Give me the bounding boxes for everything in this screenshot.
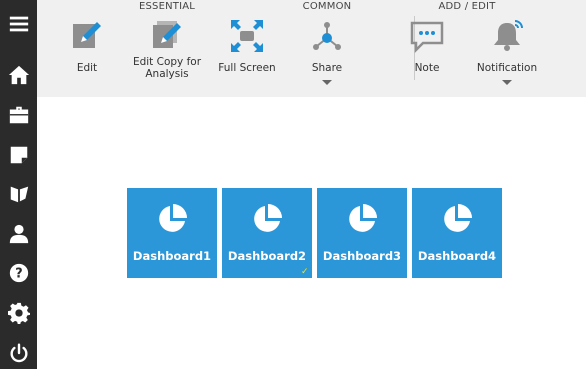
edit-copy-for-analysis-button[interactable]: Edit Copy for Analysis [132, 14, 202, 94]
folder-icon [10, 186, 28, 203]
share-icon [313, 22, 341, 50]
edit-copy-label: Edit Copy for Analysis [132, 56, 202, 80]
group-label-add-edit: ADD / EDIT [438, 1, 496, 12]
dashboard-title: Dashboard2 [227, 249, 307, 263]
home-icon [8, 65, 29, 85]
folder-button[interactable] [0, 175, 37, 213]
user-icon [9, 224, 28, 244]
svg-text:?: ? [15, 267, 22, 282]
power-icon [9, 343, 28, 363]
home-button[interactable] [0, 56, 37, 94]
note-button[interactable]: Note [402, 14, 452, 94]
group-label-essential: ESSENTIAL [138, 1, 196, 12]
full-screen-icon [231, 20, 263, 52]
check-icon: ✓ [301, 267, 309, 277]
edit-label: Edit [76, 62, 98, 74]
logout-button[interactable] [0, 334, 37, 369]
share-label: Share [311, 62, 343, 74]
open-button[interactable] [0, 96, 37, 134]
settings-button[interactable] [0, 294, 37, 332]
dashboard-tile-1[interactable]: Dashboard1 [127, 188, 217, 278]
share-dropdown-caret[interactable] [322, 80, 332, 85]
edit-copy-icon [153, 21, 181, 48]
notification-label: Notification [476, 62, 538, 74]
full-screen-label: Full Screen [218, 62, 276, 74]
dashboard-tile-3[interactable]: Dashboard3 [317, 188, 407, 278]
menu-button[interactable] [0, 5, 37, 43]
notification-button[interactable]: Notification [474, 14, 540, 94]
dashboard-title: Dashboard4 [417, 249, 497, 263]
hamburger-icon [9, 16, 28, 32]
dashboard-tile-4[interactable]: Dashboard4 [412, 188, 502, 278]
dashboard-title: Dashboard3 [322, 249, 402, 263]
note-label: Note [414, 62, 440, 74]
full-screen-button[interactable]: Full Screen [217, 14, 277, 94]
edit-button[interactable]: Edit [62, 14, 112, 94]
edit-icon [73, 22, 101, 48]
account-button[interactable] [0, 215, 37, 253]
gear-icon [7, 302, 30, 324]
note-icon [10, 146, 27, 164]
sidebar: ? [0, 0, 37, 369]
note-icon [410, 21, 444, 54]
ribbon-toolbar: ESSENTIAL COMMON ADD / EDIT Edit Edit Co… [37, 0, 586, 97]
pie-chart-icon [254, 204, 282, 232]
dashboard-title: Dashboard1 [132, 249, 212, 263]
help-icon: ? [9, 263, 28, 283]
share-button[interactable]: Share [299, 14, 355, 94]
group-label-common: COMMON [302, 1, 352, 12]
pie-chart-icon [159, 204, 187, 232]
help-button[interactable]: ? [0, 254, 37, 292]
pie-chart-icon [444, 204, 472, 232]
bell-icon [494, 20, 523, 51]
pie-chart-icon [349, 204, 377, 232]
notes-button[interactable] [0, 136, 37, 174]
dashboard-tile-2[interactable]: Dashboard2 ✓ [222, 188, 312, 278]
briefcase-icon [9, 106, 28, 124]
notification-dropdown-caret[interactable] [502, 80, 512, 85]
